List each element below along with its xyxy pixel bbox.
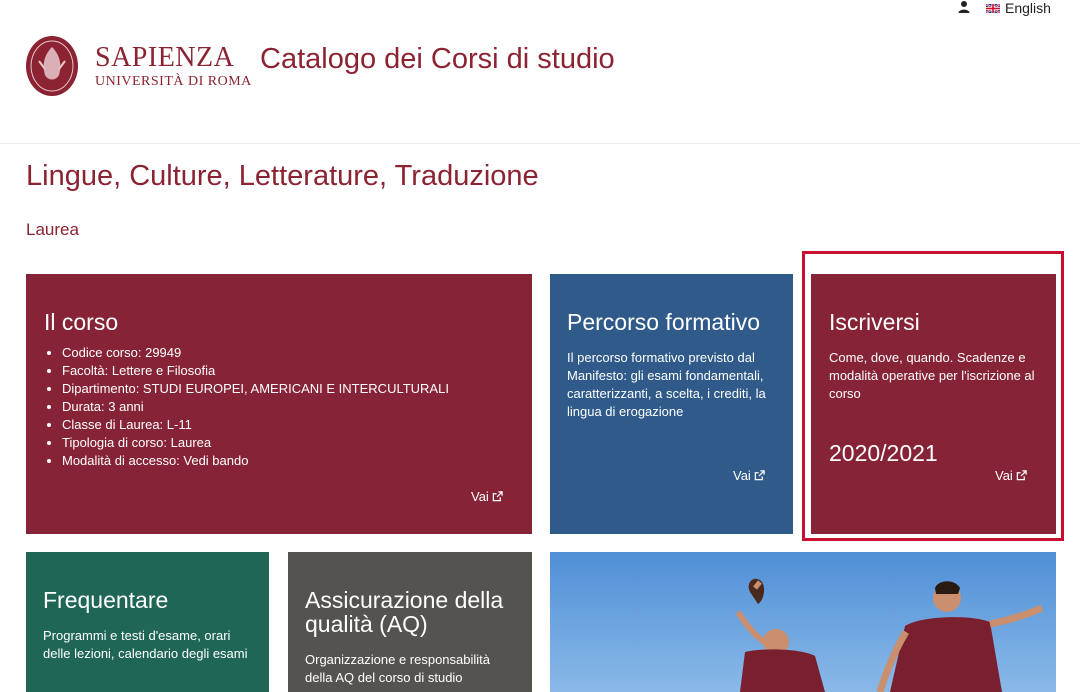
degree-type: Laurea (26, 220, 79, 239)
list-item: Modalità di accesso: Vedi bando (62, 452, 514, 470)
card-description: Organizzazione e responsabilità della AQ… (305, 652, 490, 685)
user-icon[interactable] (957, 0, 971, 14)
list-item: Facoltà: Lettere e Filosofia (62, 362, 514, 380)
sapienza-seal-logo[interactable] (25, 35, 79, 97)
card-title: Assicurazione della qualità (AQ) (305, 587, 504, 637)
highlight-box (802, 251, 1064, 541)
site-title[interactable]: Catalogo dei Corsi di studio (260, 43, 615, 76)
list-item: Codice corso: 29949 (62, 344, 514, 362)
card-title: Frequentare (43, 587, 169, 613)
brand[interactable]: SAPIENZA UNIVERSITÀ DI ROMA (95, 44, 252, 90)
students-jumping-image (550, 552, 1056, 692)
list-item: Tipologia di corso: Laurea (62, 434, 514, 452)
card-title: Percorso formativo (567, 309, 761, 335)
vai-label: Vai (471, 489, 489, 504)
card-il-corso: Il corso Codice corso: 29949 Facoltà: Le… (26, 274, 532, 534)
list-item: Durata: 3 anni (62, 398, 514, 416)
vai-link[interactable]: Vai (733, 468, 765, 483)
page-title: Lingue, Culture, Letterature, Traduzione (26, 160, 539, 192)
card-description: Il percorso formativo previsto dal Manif… (567, 350, 766, 419)
course-info-list: Codice corso: 29949 Facoltà: Lettere e F… (44, 344, 514, 470)
uk-flag-icon (986, 3, 1000, 13)
external-link-icon (754, 470, 765, 481)
card-description: Programmi e testi d'esame, orari delle l… (43, 628, 248, 661)
vai-link[interactable]: Vai (471, 489, 503, 504)
language-switcher[interactable]: English (986, 0, 1051, 16)
language-label: English (1005, 0, 1051, 16)
list-item: Dipartimento: STUDI EUROPEI, AMERICANI E… (62, 380, 514, 398)
external-link-icon (492, 491, 503, 502)
students-photo (550, 552, 1056, 692)
card-percorso-formativo: Percorso formativo Il percorso formativo… (550, 274, 793, 534)
card-frequentare[interactable]: Frequentare Programmi e testi d'esame, o… (26, 552, 269, 692)
brand-name: SAPIENZA (95, 42, 235, 73)
header-divider (0, 143, 1080, 144)
brand-subtitle: UNIVERSITÀ DI ROMA (95, 74, 252, 89)
list-item: Classe di Laurea: L-11 (62, 416, 514, 434)
card-title: Il corso (44, 309, 119, 335)
vai-label: Vai (733, 468, 751, 483)
card-assicurazione-qualita[interactable]: Assicurazione della qualità (AQ) Organiz… (288, 552, 532, 692)
